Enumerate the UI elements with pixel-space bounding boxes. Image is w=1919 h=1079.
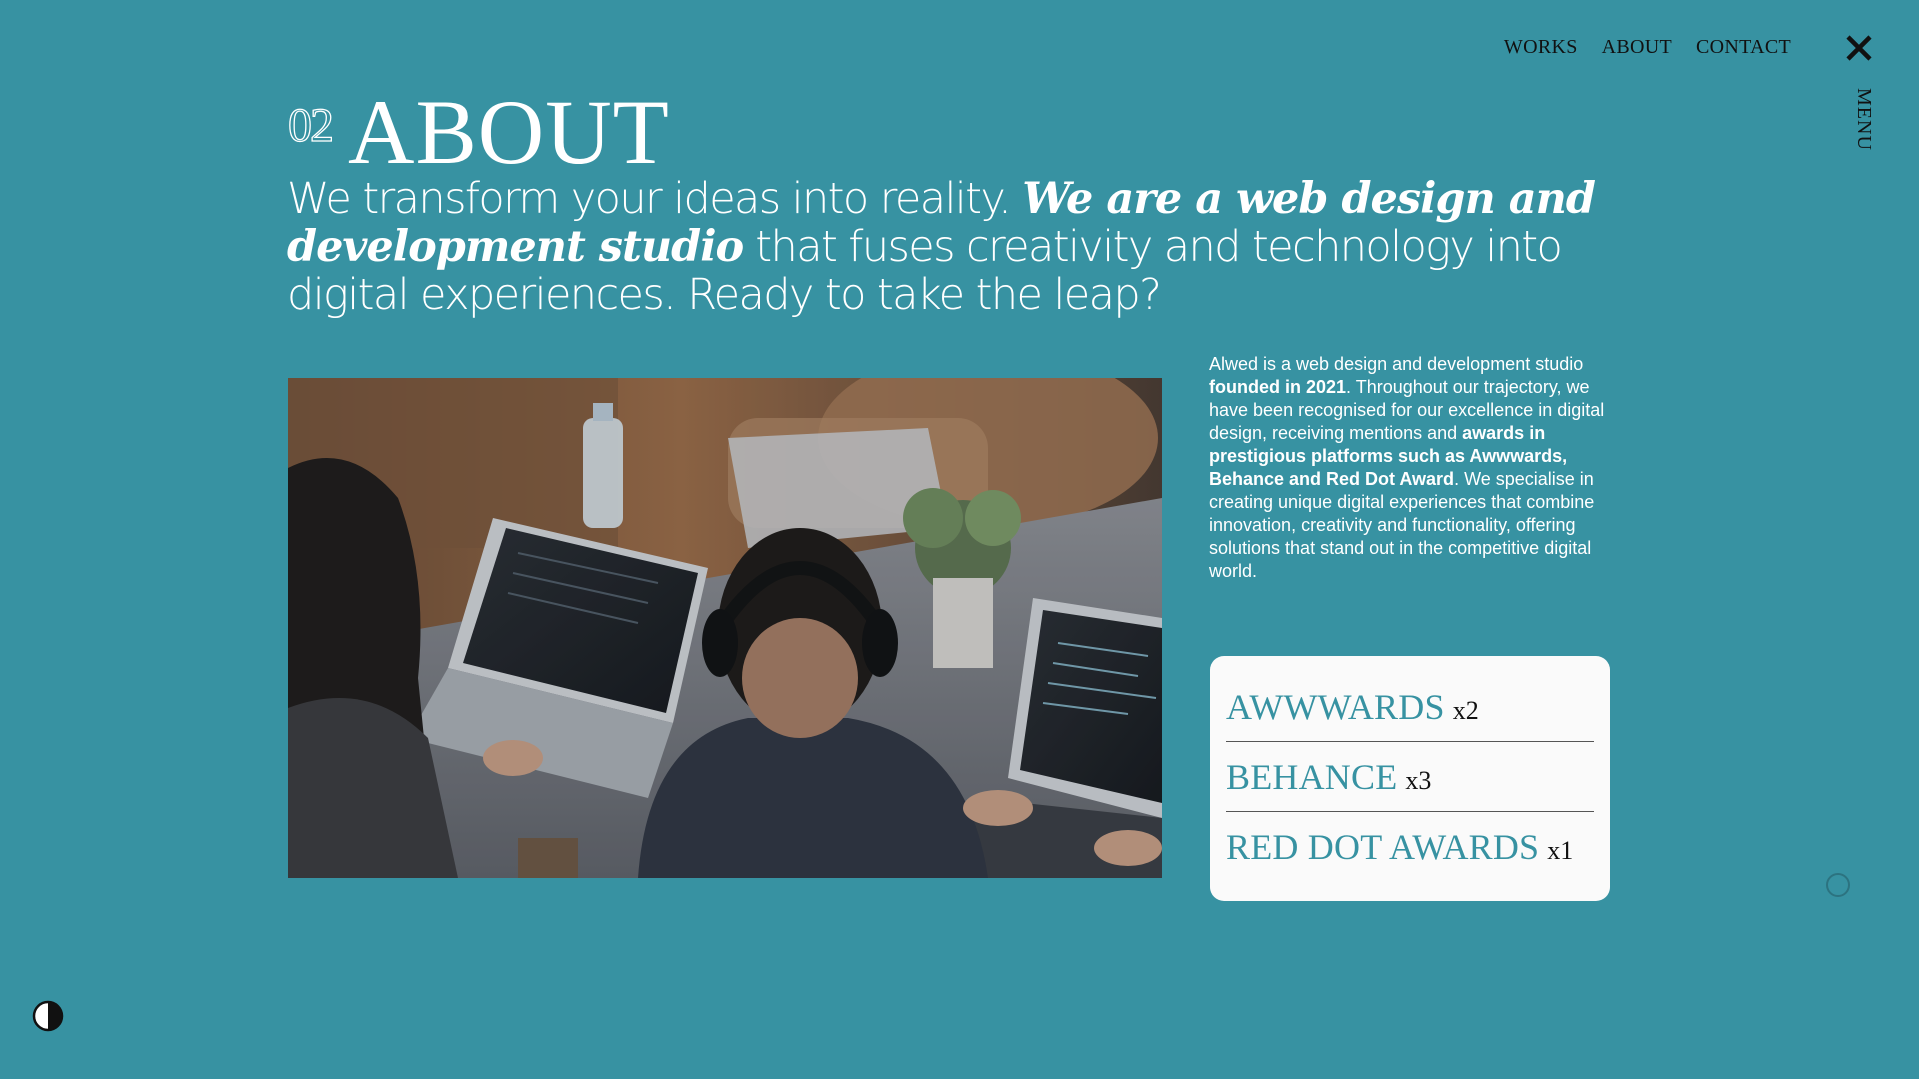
award-count: x2 (1452, 695, 1479, 725)
award-name: BEHANCE (1226, 756, 1398, 797)
theme-toggle-button[interactable] (32, 1000, 64, 1032)
close-icon (1846, 35, 1872, 61)
nav-link-about[interactable]: ABOUT (1602, 36, 1672, 59)
award-name: RED DOT AWARDS (1226, 827, 1540, 867)
page-title: ABOUT (348, 81, 670, 183)
lead-text-1: We transform your ideas into reality. (287, 174, 1023, 224)
lead-paragraph: We transform your ideas into reality. We… (287, 175, 1617, 319)
half-circle-contrast-icon (32, 1000, 64, 1032)
section-number: 02 (287, 98, 334, 152)
award-row-behance: BEHANCE x3 (1226, 742, 1594, 812)
award-row-red-dot: RED DOT AWARDS x1 (1226, 812, 1594, 882)
close-menu-button[interactable] (1844, 33, 1874, 63)
team-photo-illustration (288, 378, 1162, 878)
award-count: x3 (1405, 765, 1432, 795)
nav-link-works[interactable]: WORKS (1504, 36, 1578, 59)
circle-cursor-icon (1826, 873, 1850, 897)
award-count: x1 (1547, 836, 1574, 865)
top-nav: WORKS ABOUT CONTACT (1504, 36, 1791, 59)
studio-description: Alwed is a web design and development st… (1209, 353, 1619, 583)
description-text-1: Alwed is a web design and development st… (1209, 354, 1584, 374)
awards-card: AWWWARDS x2 BEHANCE x3 RED DOT AWARDS x1 (1210, 656, 1610, 901)
description-bold-1: founded in 2021 (1209, 377, 1347, 397)
nav-link-contact[interactable]: CONTACT (1696, 36, 1791, 59)
team-working-photo (288, 378, 1162, 878)
award-name: AWWWARDS (1226, 686, 1445, 727)
award-row-awwwards: AWWWARDS x2 (1226, 672, 1594, 742)
menu-label[interactable]: MENU (1852, 88, 1875, 151)
